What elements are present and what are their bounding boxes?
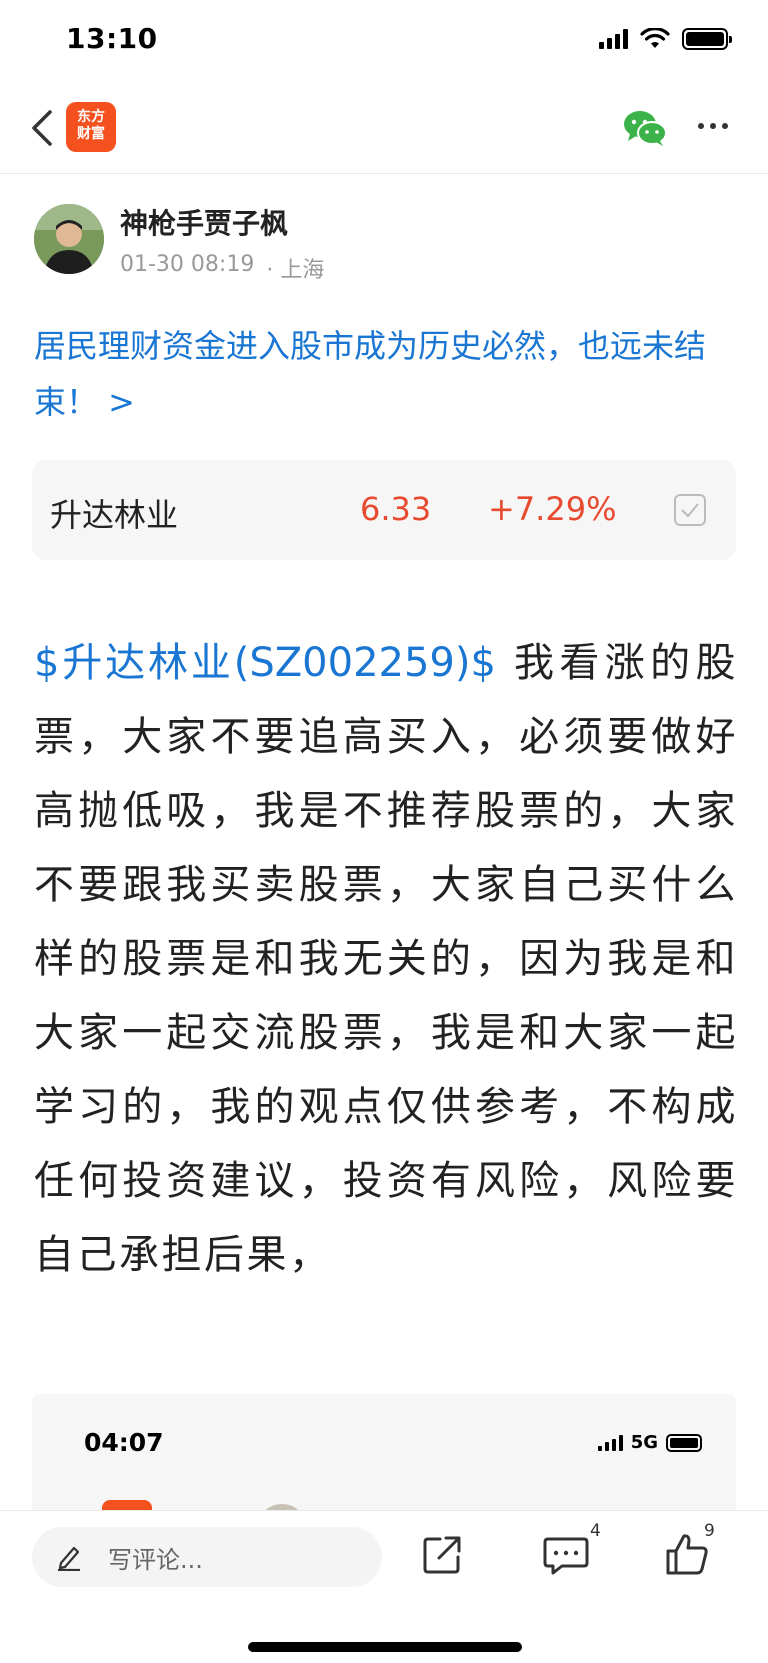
status-time: 13:10 [66, 22, 158, 55]
post-date: 01-30 08:19 [120, 252, 255, 277]
nav-bar: 东方 财富 [0, 84, 768, 174]
post-meta: 01-30 08:19 · 上海 [120, 252, 324, 284]
battery-icon [682, 28, 732, 50]
embedded-status-icons: 5G [597, 1432, 702, 1453]
embedded-signal-icon [597, 1434, 623, 1451]
post-body-text: 我看涨的股票，大家不要追高买入，必须要做好高抛低吸，我是不推荐股票的，大家不要跟… [34, 640, 738, 1278]
author-avatar[interactable] [34, 204, 104, 274]
post-location: · 上海 [266, 258, 325, 283]
like-count: 9 [704, 1521, 715, 1541]
embedded-logo-peek [102, 1500, 152, 1510]
wechat-share-icon[interactable] [622, 108, 668, 148]
author-name[interactable]: 神枪手贾子枫 [120, 202, 288, 242]
comment-input[interactable]: 写评论... [32, 1527, 382, 1587]
stock-card[interactable]: 升达林业 6.33 +7.29% [32, 460, 736, 560]
more-options-icon[interactable] [698, 116, 734, 136]
app-logo-line1: 东方 [77, 109, 105, 125]
stock-price: 6.33 [360, 490, 432, 528]
stock-tag-link[interactable]: $升达林业(SZ002259)$ [34, 640, 496, 686]
back-arrow-icon[interactable] [24, 104, 64, 152]
stock-name: 升达林业 [50, 496, 179, 534]
stock-change: +7.29% [488, 490, 617, 528]
comment-icon[interactable] [542, 1533, 590, 1577]
add-watchlist-checkbox-icon[interactable] [674, 494, 706, 526]
app-logo[interactable]: 东方 财富 [66, 102, 116, 152]
headline-link[interactable]: 居民理财资金进入股市成为历史必然，也远未结束！ > [34, 318, 738, 430]
status-bar: 13:10 [0, 0, 768, 84]
wifi-icon [640, 28, 670, 48]
comment-placeholder: 写评论... [108, 1545, 203, 1574]
cellular-signal-icon [599, 29, 628, 49]
home-indicator [248, 1642, 522, 1652]
embedded-network-label: 5G [630, 1432, 658, 1453]
embedded-screenshot[interactable]: 04:07 5G [32, 1394, 736, 1510]
status-icons [599, 28, 732, 50]
share-icon[interactable] [420, 1533, 464, 1577]
post-body: $升达林业(SZ002259)$ 我看涨的股票，大家不要追高买入，必须要做好高抛… [34, 626, 738, 1292]
embedded-time: 04:07 [84, 1428, 164, 1457]
pencil-icon [58, 1546, 80, 1571]
bottom-action-bar: 写评论... 4 9 [0, 1510, 768, 1663]
app-logo-line2: 财富 [77, 126, 105, 142]
embedded-battery-icon [666, 1433, 702, 1452]
comment-count: 4 [590, 1521, 601, 1541]
